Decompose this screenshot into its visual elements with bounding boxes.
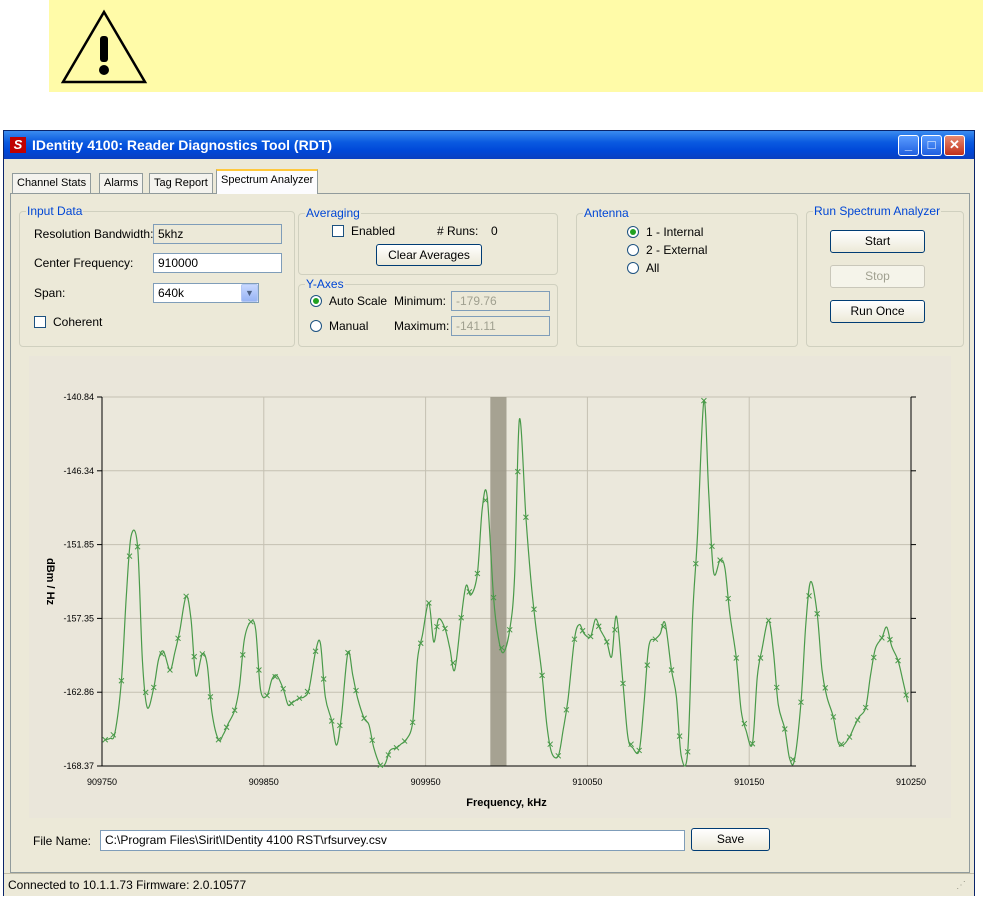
y-axes-title: Y-Axes (305, 277, 345, 291)
window-title: IDentity 4100: Reader Diagnostics Tool (… (32, 137, 333, 153)
y-axis-label: dBm / Hz (44, 558, 56, 606)
input-data-group: Input Data Resolution Bandwidth: 5khz Ce… (19, 204, 295, 347)
coherent-label: Coherent (53, 315, 103, 329)
y-tick-label: -146.34 (63, 466, 94, 476)
x-tick-label: 910150 (734, 777, 764, 787)
x-tick-label: 910050 (572, 777, 602, 787)
averaging-title: Averaging (305, 206, 361, 220)
maximize-icon: □ (927, 137, 936, 152)
input-data-title: Input Data (26, 204, 84, 218)
warning-icon (60, 9, 148, 84)
resolution-bandwidth-label: Resolution Bandwidth: (34, 227, 154, 241)
spectrum-plot-svg: 909750 909850 909950 910050 910150 910250 -140… (44, 392, 926, 809)
minimize-button[interactable]: _ (898, 135, 919, 156)
spectrum-chart: 909750 909850 909950 910050 910150 910250 -140… (29, 356, 951, 818)
chevron-down-icon[interactable]: ▼ (241, 284, 258, 302)
start-button[interactable]: Start (830, 230, 925, 253)
maximize-button[interactable]: □ (921, 135, 942, 156)
tab-alarms[interactable]: Alarms (99, 173, 144, 193)
save-button[interactable]: Save (691, 828, 770, 851)
close-icon: ✕ (949, 137, 960, 152)
manual-radio[interactable] (310, 320, 322, 332)
minimum-label: Minimum: (394, 294, 447, 308)
clear-averages-button[interactable]: Clear Averages (376, 244, 482, 266)
y-tick-label: -157.35 (63, 613, 94, 623)
file-name-label: File Name: (33, 834, 92, 848)
antenna-internal-label: 1 - Internal (646, 225, 704, 239)
y-tick-label: -140.84 (63, 392, 94, 402)
x-tick-label: 909950 (411, 777, 441, 787)
x-tick-label: 909750 (87, 777, 117, 787)
center-frequency-input[interactable]: 910000 (153, 253, 282, 273)
resize-grip-icon[interactable]: ⋰ (956, 880, 966, 891)
resolution-bandwidth-field: 5khz (153, 224, 282, 244)
center-frequency-label: Center Frequency: (34, 256, 134, 270)
y-tick-label: -162.86 (63, 687, 94, 697)
connection-status: Connected to 10.1.1.73 Firmware: 2.0.105… (8, 878, 247, 892)
status-bar: Connected to 10.1.1.73 Firmware: 2.0.105… (4, 873, 974, 896)
stop-button[interactable]: Stop (830, 265, 925, 288)
tab-channel-stats[interactable]: Channel Stats (12, 173, 92, 193)
averaging-enabled-label: Enabled (351, 224, 396, 238)
antenna-group: Antenna 1 - Internal 2 - External All (576, 206, 798, 347)
maximum-field: -141.11 (451, 316, 550, 336)
run-spectrum-analyzer-group: Run Spectrum Analyzer Start Stop Run Onc… (806, 204, 964, 347)
averaging-group: Averaging Enabled # Runs: 0 Clear Averag… (298, 206, 558, 275)
y-tick-label: -168.37 (63, 761, 94, 771)
run-once-button[interactable]: Run Once (830, 300, 925, 323)
close-button[interactable]: ✕ (944, 135, 965, 156)
antenna-all-label: All (646, 261, 660, 275)
file-name-input[interactable]: C:\Program Files\Sirit\IDentity 4100 RST… (100, 830, 685, 851)
run-spectrum-analyzer-title: Run Spectrum Analyzer (813, 204, 942, 218)
manual-label: Manual (329, 319, 369, 333)
x-tick-label: 909850 (249, 777, 279, 787)
y-axes-group: Y-Axes Auto Scale Minimum: -179.76 Manua… (298, 277, 558, 347)
antenna-internal-radio[interactable] (627, 226, 639, 238)
antenna-external-label: 2 - External (646, 243, 708, 257)
app-window: S IDentity 4100: Reader Diagnostics Tool… (3, 130, 975, 896)
title-bar[interactable]: S IDentity 4100: Reader Diagnostics Tool… (4, 131, 974, 159)
spectrum-analyzer-panel: Input Data Resolution Bandwidth: 5khz Ce… (10, 193, 970, 873)
auto-scale-label: Auto Scale (329, 294, 388, 308)
averaging-enabled-checkbox[interactable] (332, 225, 344, 237)
y-tick-label: -151.85 (63, 540, 94, 550)
auto-scale-radio[interactable] (310, 295, 322, 307)
span-label: Span: (34, 286, 66, 300)
antenna-external-radio[interactable] (627, 244, 639, 256)
coherent-checkbox[interactable] (34, 316, 46, 328)
minimum-field: -179.76 (451, 291, 550, 311)
maximum-label: Maximum: (394, 319, 450, 333)
antenna-title: Antenna (583, 206, 630, 220)
runs-label: # Runs: (437, 224, 479, 238)
antenna-all-radio[interactable] (627, 262, 639, 274)
warning-banner (49, 0, 983, 92)
app-logo-icon: S (10, 137, 26, 153)
runs-value: 0 (491, 224, 498, 238)
tab-tag-report[interactable]: Tag Report (149, 173, 213, 193)
tab-spectrum-analyzer[interactable]: Spectrum Analyzer (216, 169, 319, 194)
x-tick-label: 910250 (896, 777, 926, 787)
x-axis-label: Frequency, kHz (466, 797, 547, 809)
minimize-icon: _ (904, 137, 913, 152)
